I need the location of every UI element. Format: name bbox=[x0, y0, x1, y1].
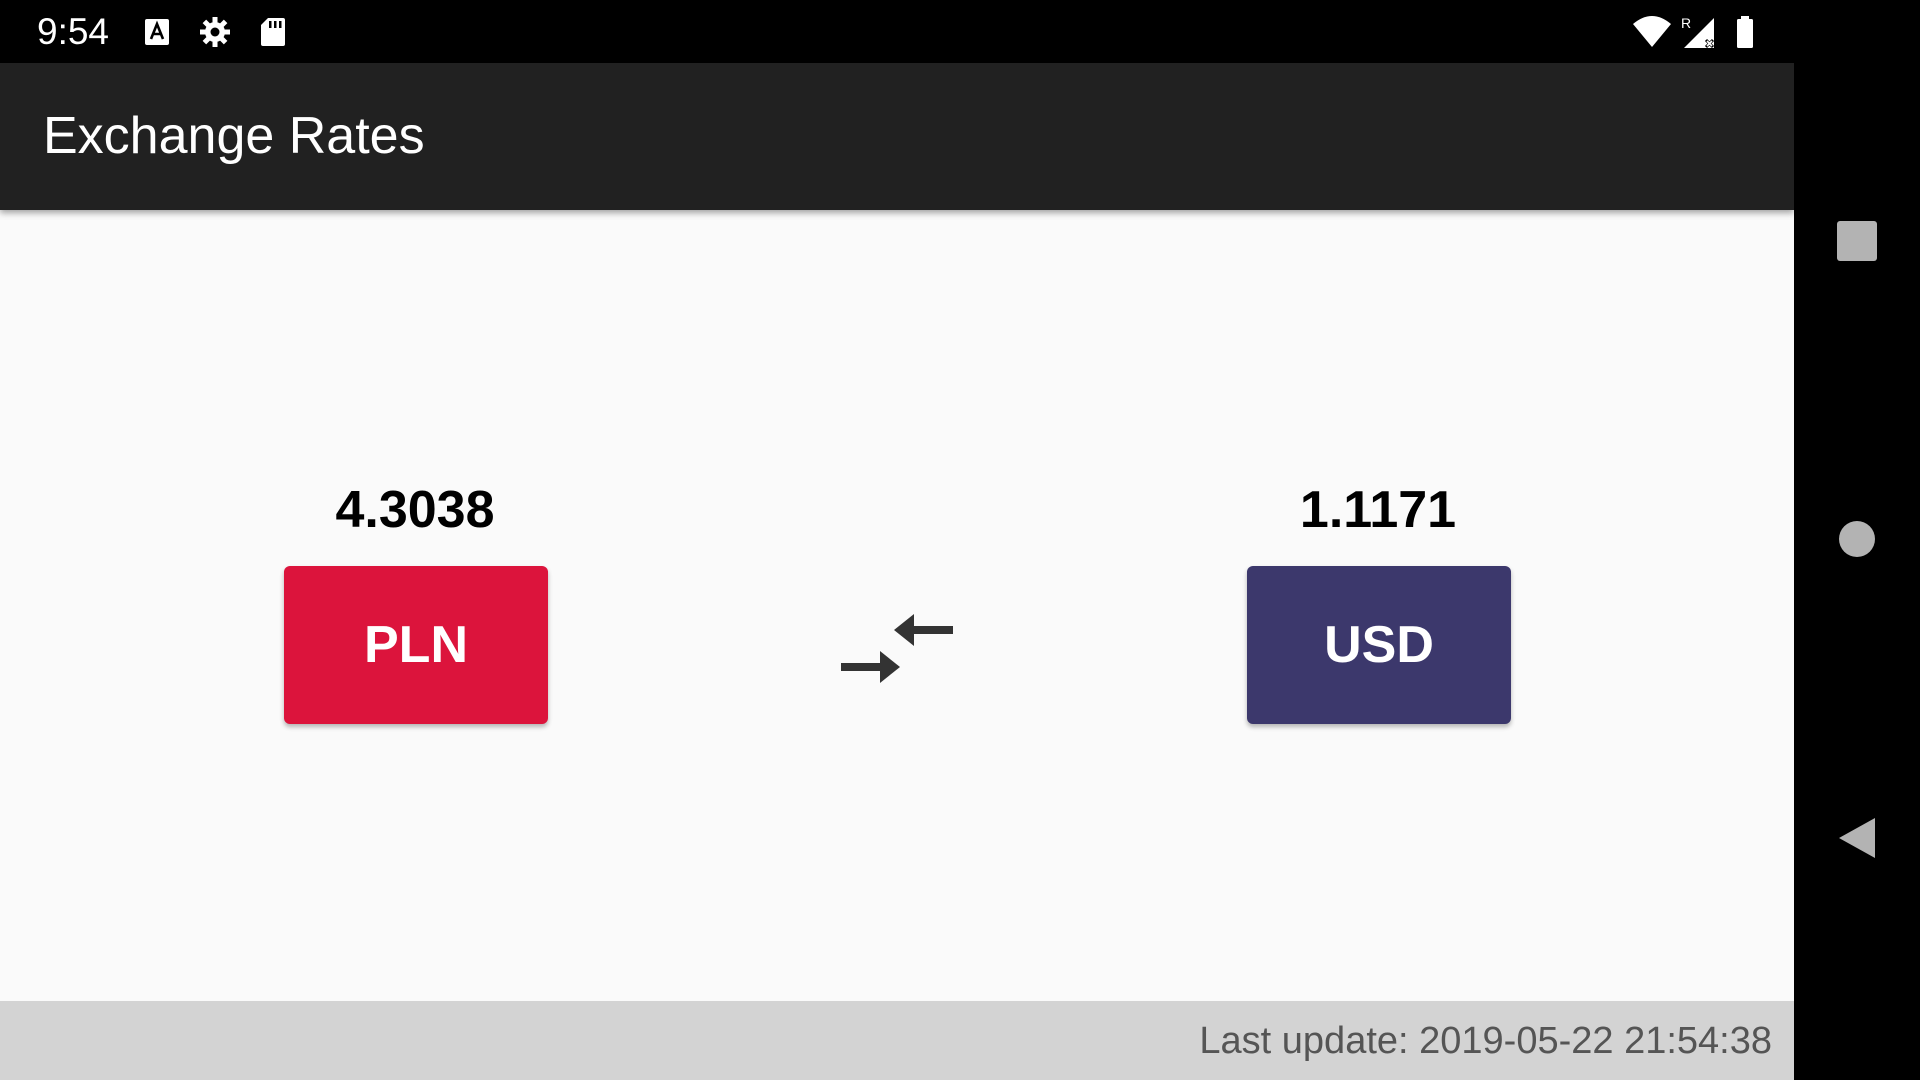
swap-arrows-icon[interactable] bbox=[840, 608, 954, 688]
status-time: 9:54 bbox=[37, 11, 110, 52]
app-title: Exchange Rates bbox=[43, 107, 425, 165]
status-bar: 9:54 R bbox=[0, 0, 1794, 63]
usd-rate-value: 1.1171 bbox=[1299, 481, 1457, 539]
app-bar: Exchange Rates bbox=[0, 63, 1794, 210]
battery-icon bbox=[1730, 14, 1760, 50]
signal-roaming-icon: R bbox=[1680, 14, 1720, 50]
recents-square-icon[interactable] bbox=[1821, 205, 1893, 277]
home-circle-icon[interactable] bbox=[1821, 503, 1893, 575]
navigation-bar bbox=[1794, 0, 1920, 1080]
last-update-value: 2019-05-22 21:54:38 bbox=[1419, 1020, 1772, 1062]
rates-content: 4.3038 PLN 1.1171 USD bbox=[0, 210, 1794, 1001]
footer-bar: Last update: 2019-05-22 21:54:38 bbox=[0, 1001, 1794, 1080]
back-triangle-icon[interactable] bbox=[1821, 802, 1893, 874]
gear-icon bbox=[197, 14, 233, 50]
wifi-icon bbox=[1632, 14, 1672, 50]
sd-card-icon bbox=[255, 14, 291, 50]
device-screen: 9:54 R Exchange Rates 4.3038 PLN 1.1171 … bbox=[0, 0, 1920, 1080]
last-update-text: Last update: 2019-05-22 21:54:38 bbox=[1199, 1019, 1772, 1063]
pln-rate-value: 4.3038 bbox=[335, 481, 495, 539]
last-update-label: Last update: bbox=[1199, 1020, 1409, 1062]
a-keyboard-icon bbox=[139, 14, 175, 50]
pln-currency-button[interactable]: PLN bbox=[284, 566, 548, 724]
roaming-letter: R bbox=[1681, 15, 1691, 31]
usd-currency-button[interactable]: USD bbox=[1247, 566, 1511, 724]
